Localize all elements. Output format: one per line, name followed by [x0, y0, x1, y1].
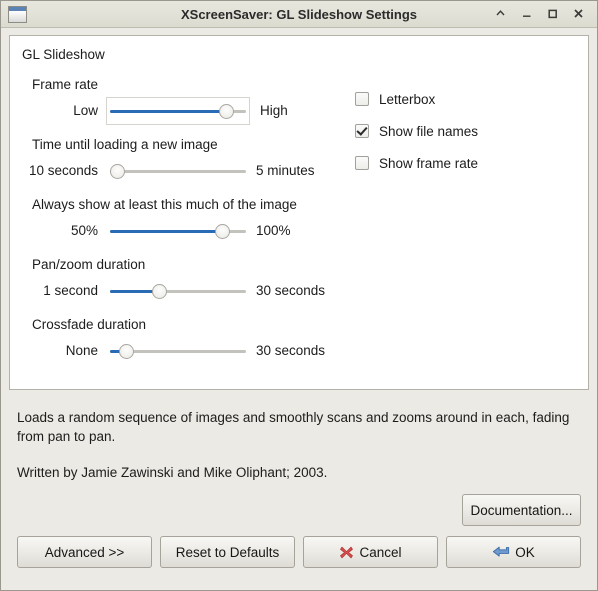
checkbox-box[interactable]	[355, 156, 369, 170]
description-paragraph-1: Loads a random sequence of images and sm…	[17, 410, 570, 445]
setting-min-zoom: Always show at least this much of the im…	[20, 197, 350, 242]
dialog-button-row: Advanced >> Reset to Defaults Cancel OK	[1, 526, 597, 569]
slider-thumb[interactable]	[214, 223, 230, 239]
slider-max-label: 30 seconds	[256, 283, 326, 298]
settings-window: XScreenSaver: GL Slideshow Settings GL S…	[0, 0, 598, 591]
slider-min-label: 50%	[70, 223, 98, 238]
shade-button[interactable]	[494, 7, 507, 22]
minimize-icon	[523, 15, 531, 17]
slider-row: 50% 100%	[20, 219, 350, 242]
setting-label: Always show at least this much of the im…	[32, 197, 297, 212]
slider-fill	[110, 229, 222, 233]
checkbox-label: Show file names	[379, 123, 479, 139]
ok-button[interactable]: OK	[446, 536, 581, 569]
advanced-button[interactable]: Advanced >>	[17, 536, 152, 569]
slider-row: 10 seconds 5 minutes	[20, 159, 350, 182]
slider-min-label: 10 seconds	[28, 163, 98, 178]
slider-min-label: Low	[73, 103, 98, 118]
window-controls	[494, 7, 591, 22]
checkbox-label: Show frame rate	[379, 155, 479, 171]
documentation-row: Documentation...	[1, 482, 597, 527]
reset-to-defaults-button[interactable]: Reset to Defaults	[160, 536, 295, 569]
close-icon	[574, 8, 583, 18]
description-paragraph-2: Written by Jamie Zawinski and Mike Oliph…	[17, 465, 328, 481]
setting-pan-zoom-duration: Pan/zoom duration 1 second 30 seconds	[20, 257, 350, 302]
slider-thumb[interactable]	[218, 103, 234, 119]
panel-title: GL Slideshow	[22, 47, 105, 62]
cancel-x-icon	[340, 546, 354, 559]
settings-panel: GL Slideshow Frame rate Low High Time un…	[9, 35, 589, 390]
checkbox-box[interactable]	[355, 124, 369, 138]
close-button[interactable]	[572, 7, 585, 22]
cancel-button[interactable]: Cancel	[303, 536, 438, 569]
slider-thumb[interactable]	[109, 163, 125, 179]
setting-label: Time until loading a new image	[32, 137, 218, 152]
setting-label: Crossfade duration	[32, 317, 147, 332]
slider-row: Low High	[20, 96, 350, 125]
ok-enter-arrow-icon	[493, 546, 510, 557]
slider-thumb[interactable]	[119, 343, 135, 359]
slider-max-label: High	[260, 103, 288, 118]
min-zoom-slider[interactable]	[110, 221, 246, 241]
slider-max-label: 100%	[256, 223, 291, 238]
load-time-slider[interactable]	[109, 161, 246, 181]
slider-fill	[110, 109, 226, 113]
slider-track	[110, 169, 246, 173]
checkbox-box[interactable]	[355, 92, 369, 106]
slider-thumb[interactable]	[151, 283, 167, 299]
crossfade-duration-slider[interactable]	[110, 341, 246, 361]
slider-row: 1 second 30 seconds	[20, 279, 350, 302]
setting-load-time: Time until loading a new image 10 second…	[20, 137, 350, 182]
setting-label: Pan/zoom duration	[32, 257, 146, 272]
setting-crossfade-duration: Crossfade duration None 30 seconds	[20, 317, 350, 362]
frame-rate-slider[interactable]	[110, 101, 246, 121]
ok-button-label: OK	[515, 544, 535, 560]
window-icon	[8, 5, 27, 23]
slider-max-label: 30 seconds	[256, 343, 326, 358]
setting-label: Frame rate	[32, 77, 99, 92]
checkboxes-column: Letterbox Show file names Show frame rat…	[350, 62, 578, 362]
documentation-button[interactable]: Documentation...	[462, 494, 581, 527]
maximize-icon	[548, 9, 557, 18]
title-bar: XScreenSaver: GL Slideshow Settings	[1, 1, 597, 28]
pan-zoom-duration-slider[interactable]	[110, 281, 246, 301]
chevron-up-icon	[496, 9, 505, 15]
checkbox-label: Letterbox	[379, 91, 436, 107]
minimize-button[interactable]	[520, 7, 533, 22]
maximize-button[interactable]	[546, 7, 559, 22]
slider-min-label: None	[65, 343, 98, 358]
checkbox-show-frame-rate[interactable]: Show frame rate	[355, 147, 578, 179]
checkbox-show-file-names[interactable]: Show file names	[355, 115, 578, 147]
sliders-column: Frame rate Low High Time until loading a…	[20, 62, 350, 362]
slider-row: None 30 seconds	[20, 339, 350, 362]
cancel-button-label: Cancel	[359, 544, 402, 560]
slider-min-label: 1 second	[43, 283, 98, 298]
checkbox-letterbox[interactable]: Letterbox	[355, 83, 578, 115]
setting-frame-rate: Frame rate Low High	[20, 77, 350, 125]
slider-focus-frame	[106, 96, 250, 125]
description-text: Loads a random sequence of images and sm…	[17, 408, 581, 482]
slider-max-label: 5 minutes	[256, 163, 315, 178]
